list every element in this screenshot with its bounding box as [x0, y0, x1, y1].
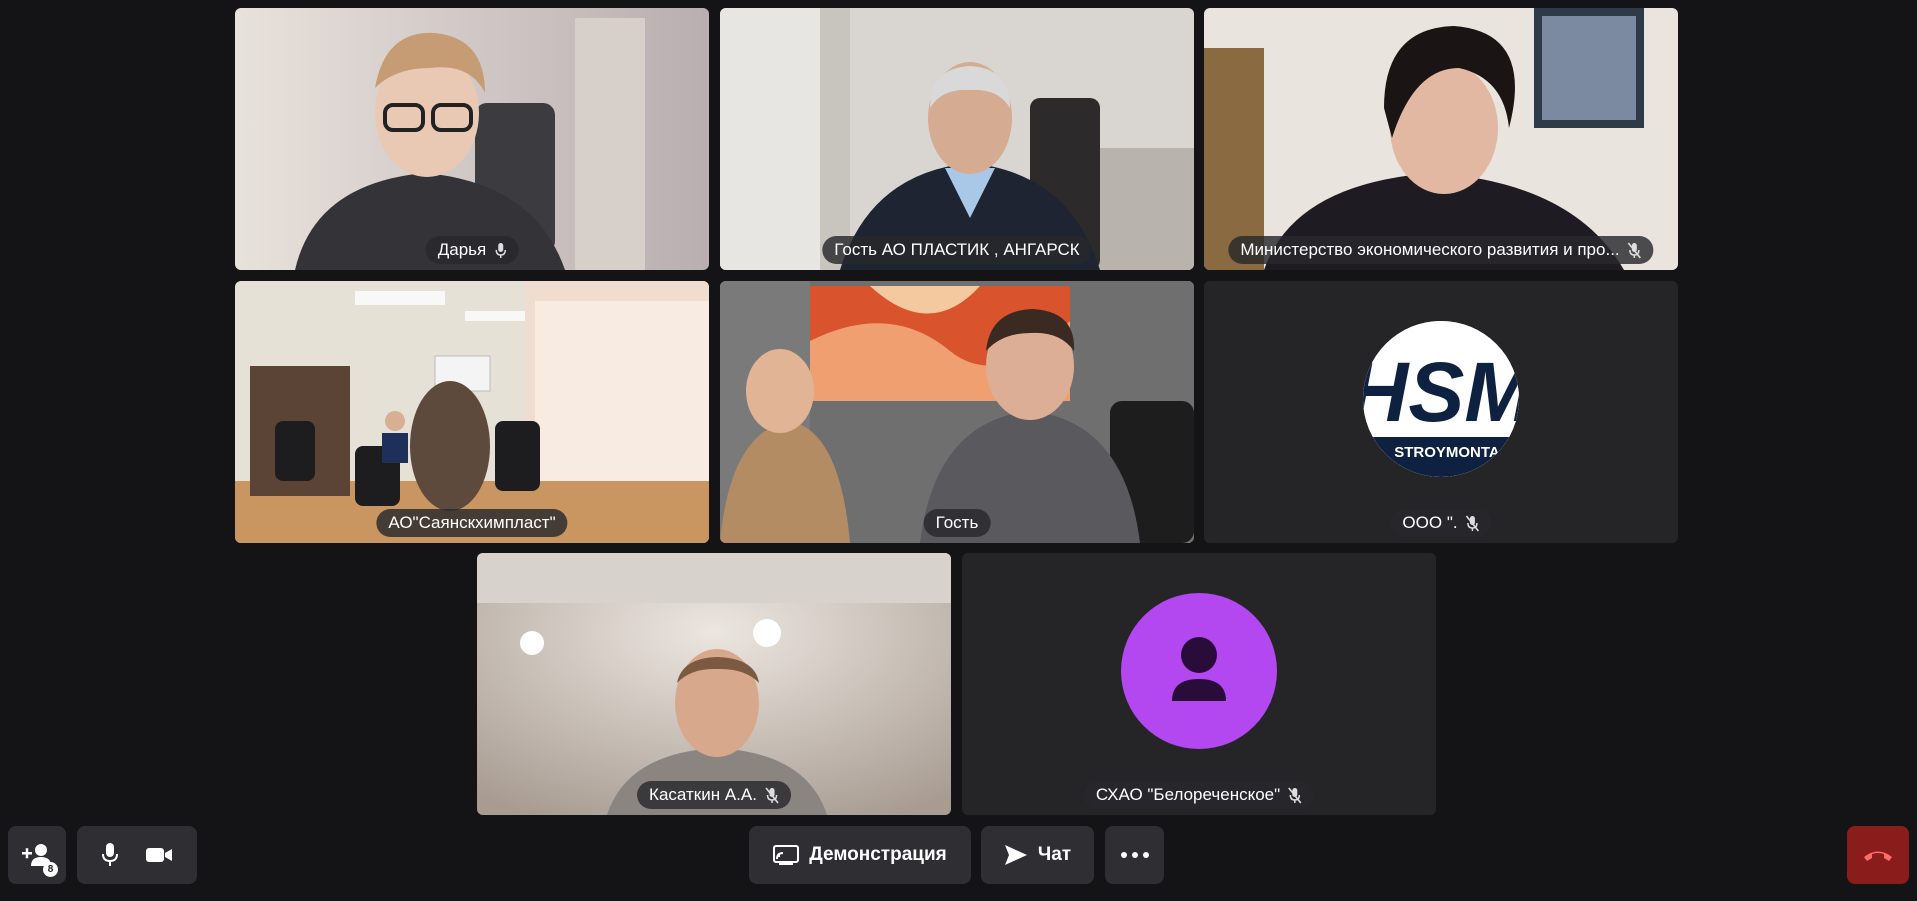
participant-tile-darya[interactable]: Дарья — [235, 8, 709, 270]
mic-muted-icon — [765, 787, 779, 803]
participant-name: СХАО "Белореченское" — [1095, 785, 1281, 804]
chat-button[interactable]: Чат — [981, 826, 1094, 884]
video-feed — [235, 281, 709, 543]
more-options-button[interactable] — [1105, 826, 1164, 884]
add-participant-button[interactable]: 8 — [8, 826, 66, 884]
participant-tile-shao[interactable]: СХАО "Белореченское" — [962, 553, 1436, 815]
screen-share-label: Демонстрация — [809, 844, 947, 865]
participant-tile-sayanskhimplast[interactable]: АО"Саянскхимпласт" — [235, 281, 709, 543]
video-feed — [477, 553, 951, 815]
default-avatar — [1121, 593, 1277, 749]
person-icon — [1172, 637, 1226, 701]
participant-name-label: Гость — [923, 509, 991, 537]
company-logo-avatar: HSM STROYMONTA — [1363, 321, 1519, 477]
participant-name-label: Дарья — [425, 236, 519, 264]
camera-icon[interactable] — [145, 845, 173, 865]
participant-name-label: СХАО "Белореченское" — [1083, 781, 1315, 809]
svg-text:HSM: HSM — [1363, 345, 1519, 439]
participant-tile-ooo[interactable]: HSM STROYMONTA ООО ". — [1204, 281, 1678, 543]
video-feed — [235, 8, 709, 270]
participant-name-label: Касаткин А.А. — [637, 781, 791, 809]
participant-name-label: Министерство экономического развития и п… — [1228, 236, 1654, 264]
video-feed — [720, 8, 1194, 270]
mic-muted-icon — [1465, 515, 1480, 531]
participants-count-badge: 8 — [43, 862, 58, 877]
participant-name: Дарья — [437, 240, 487, 259]
more-dots-icon — [1120, 852, 1149, 858]
participant-name: ООО ". — [1402, 513, 1458, 532]
video-feed — [720, 281, 1194, 543]
screen-share-icon — [773, 845, 800, 865]
hang-up-icon — [1864, 851, 1892, 861]
participant-name-label: АО"Саянскхимпласт" — [376, 509, 568, 537]
participant-name: Гость — [935, 513, 979, 532]
svg-text:STROYMONTA: STROYMONTA — [1394, 444, 1500, 461]
microphone-icon[interactable] — [101, 842, 119, 868]
media-controls-group — [77, 826, 197, 884]
video-feed — [1204, 8, 1678, 270]
participant-tile-guest-speaking[interactable]: Гость — [720, 281, 1194, 543]
participant-name: Министерство экономического развития и п… — [1240, 240, 1620, 259]
send-icon — [1004, 845, 1027, 865]
participant-name: Гость АО ПЛАСТИК , АНГАРСК — [834, 240, 1080, 259]
participant-name: АО"Саянскхимпласт" — [388, 513, 556, 532]
participant-tile-ministry[interactable]: Министерство экономического развития и п… — [1204, 8, 1678, 270]
screen-share-button[interactable]: Демонстрация — [749, 826, 971, 884]
participant-name-label: ООО ". — [1390, 509, 1492, 537]
end-call-button[interactable] — [1847, 826, 1909, 884]
participant-name-label: Гость АО ПЛАСТИК , АНГАРСК — [822, 236, 1092, 264]
mic-icon — [495, 242, 506, 258]
hsm-logo-icon: HSM STROYMONTA — [1363, 321, 1519, 477]
mic-muted-icon — [1288, 787, 1302, 803]
chat-label: Чат — [1037, 844, 1072, 865]
participant-tile-guest-plastik[interactable]: Гость АО ПЛАСТИК , АНГАРСК — [720, 8, 1194, 270]
participant-name: Касаткин А.А. — [649, 785, 757, 804]
mic-muted-icon — [1628, 242, 1642, 258]
participant-tile-kasatkin[interactable]: Касаткин А.А. — [477, 553, 951, 815]
